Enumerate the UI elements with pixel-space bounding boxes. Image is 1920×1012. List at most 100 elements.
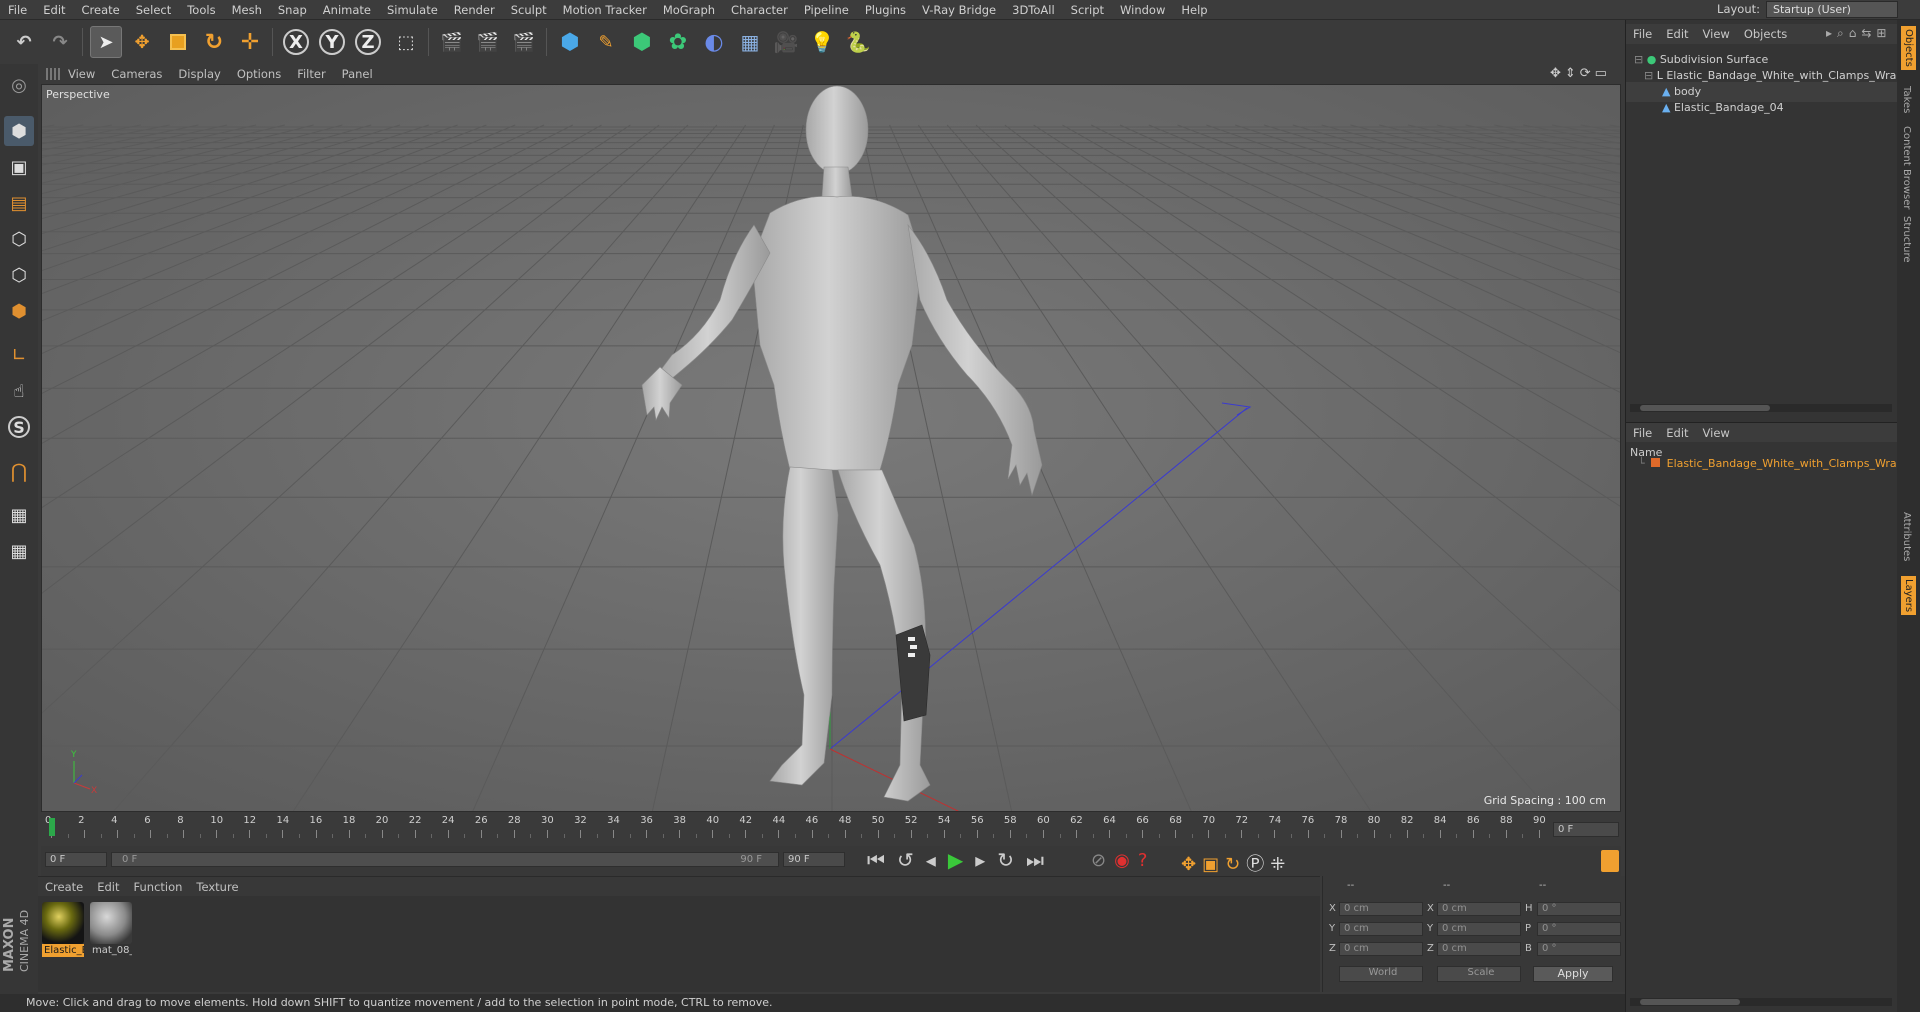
y-axis-lock-icon[interactable]: Y xyxy=(316,26,348,58)
object-manager-tools[interactable]: ▸⌕⌂⇆⊞ xyxy=(1826,26,1891,41)
layer-menu-edit[interactable]: Edit xyxy=(1659,426,1695,440)
menu-snap[interactable]: Snap xyxy=(270,3,315,17)
model-mode-icon[interactable]: ⬢ xyxy=(4,116,34,146)
position-y-field[interactable]: 0 cm xyxy=(1339,922,1423,936)
tab-objects[interactable]: Objects xyxy=(1901,26,1916,70)
material-menu-create[interactable]: Create xyxy=(38,880,90,894)
move-tool-icon[interactable]: ✥ xyxy=(126,26,158,58)
material-menu-function[interactable]: Function xyxy=(127,880,190,894)
render-settings-icon[interactable]: 🎬 xyxy=(508,26,540,58)
rotation-b-field[interactable]: 0 ° xyxy=(1537,942,1621,956)
timeline-ruler[interactable]: 0246810121416182022242628303234363840424… xyxy=(41,814,1621,844)
coordinate-mode-select[interactable]: World xyxy=(1339,966,1423,982)
live-selection-icon[interactable]: ✛ xyxy=(234,26,266,58)
viewport-nav-icons[interactable]: ✥⇕⟳▭ xyxy=(1550,66,1611,81)
current-frame-field[interactable]: 0 F xyxy=(1553,822,1619,837)
material-menu-edit[interactable]: Edit xyxy=(90,880,126,894)
tree-item-bandage-04[interactable]: ▲ Elastic_Bandage_04 xyxy=(1626,98,1898,118)
size-mode-select[interactable]: Scale xyxy=(1437,966,1521,982)
previous-frame-icon[interactable]: ◂ xyxy=(926,848,948,872)
rotation-h-field[interactable]: 0 ° xyxy=(1537,902,1621,916)
object-manager-scrollbar[interactable] xyxy=(1630,404,1892,412)
key-pla-icon[interactable]: ⁜ xyxy=(1270,854,1291,875)
tab-content-browser[interactable]: Content Browser xyxy=(1901,126,1912,209)
material-thumbnail-elastic[interactable]: Elastic_B xyxy=(42,902,84,958)
python-icon[interactable]: 🐍 xyxy=(842,26,874,58)
light-icon[interactable]: 💡 xyxy=(806,26,838,58)
key-scale-icon[interactable]: ▣ xyxy=(1202,854,1225,875)
position-x-field[interactable]: 0 cm xyxy=(1339,902,1423,916)
layout-select[interactable]: Startup (User) xyxy=(1766,1,1898,18)
polygons-mode-icon[interactable]: ⬢ xyxy=(4,296,34,326)
tab-attributes[interactable]: Attributes xyxy=(1901,512,1912,561)
mograph-cloner-icon[interactable]: ✿ xyxy=(662,26,694,58)
menu-tools[interactable]: Tools xyxy=(179,3,223,17)
menu-window[interactable]: Window xyxy=(1112,3,1173,17)
x-axis-lock-icon[interactable]: X xyxy=(280,26,312,58)
menu-motion-tracker[interactable]: Motion Tracker xyxy=(555,3,655,17)
scrollbar-thumb[interactable] xyxy=(1640,999,1740,1005)
menu-animate[interactable]: Animate xyxy=(315,3,379,17)
menu-plugins[interactable]: Plugins xyxy=(857,3,914,17)
drag-handle-icon[interactable] xyxy=(46,68,60,80)
snap-icon[interactable]: S xyxy=(4,412,34,442)
rotation-p-field[interactable]: 0 ° xyxy=(1537,922,1621,936)
camera-icon[interactable]: 🎥 xyxy=(770,26,802,58)
lock-workplane-icon[interactable]: ▦ xyxy=(4,500,34,530)
playhead-marker[interactable] xyxy=(49,818,55,836)
layer-menu-view[interactable]: View xyxy=(1696,426,1737,440)
play-icon[interactable]: ▶ xyxy=(948,848,975,872)
coordinate-system-icon[interactable]: ⬚ xyxy=(390,26,422,58)
subdivision-surface-icon[interactable]: ⬢ xyxy=(626,26,658,58)
material-menu-texture[interactable]: Texture xyxy=(189,880,245,894)
scrollbar-thumb[interactable] xyxy=(1640,405,1770,411)
cube-primitive-icon[interactable]: ⬢ xyxy=(554,26,586,58)
go-to-end-icon[interactable]: ⏭ xyxy=(1026,848,1056,872)
viewport-menu-display[interactable]: Display xyxy=(170,67,228,81)
planar-workplane-icon[interactable]: ▦ xyxy=(4,536,34,566)
menu-create[interactable]: Create xyxy=(74,3,128,17)
menu-mograph[interactable]: MoGraph xyxy=(655,3,723,17)
menu-script[interactable]: Script xyxy=(1063,3,1112,17)
auto-keying-icon[interactable]: ? xyxy=(1138,850,1156,871)
render-picture-viewer-icon[interactable]: 🎬 xyxy=(472,26,504,58)
start-frame-field[interactable]: 0 F xyxy=(45,852,107,867)
redo-icon[interactable]: ↷ xyxy=(44,26,76,58)
menu-simulate[interactable]: Simulate xyxy=(379,3,446,17)
material-thumbnail-mat08[interactable]: mat_08_ xyxy=(90,902,132,958)
scale-tool-icon[interactable] xyxy=(162,26,194,58)
size-z-field[interactable]: 0 cm xyxy=(1437,942,1521,956)
key-rotation-icon[interactable]: ↻ xyxy=(1225,854,1246,875)
select-cursor-icon[interactable]: ➤ xyxy=(90,26,122,58)
viewport-menu-panel[interactable]: Panel xyxy=(334,67,381,81)
apply-button[interactable]: Apply xyxy=(1533,966,1613,982)
object-menu-edit[interactable]: Edit xyxy=(1659,27,1695,41)
tab-structure[interactable]: Structure xyxy=(1901,216,1912,263)
menu-render[interactable]: Render xyxy=(446,3,503,17)
record-key-icon[interactable]: ◉ xyxy=(1114,850,1138,871)
tree-expand-icon[interactable]: ⊟ xyxy=(1644,69,1653,82)
render-view-icon[interactable]: 🎬 xyxy=(436,26,468,58)
workplane-icon[interactable]: ▤ xyxy=(4,188,34,218)
key-parameter-icon[interactable]: Ⓟ xyxy=(1246,854,1270,875)
floor-environment-icon[interactable]: ▦ xyxy=(734,26,766,58)
layer-menu-file[interactable]: File xyxy=(1626,426,1659,440)
frame-range-slider[interactable]: 0 F 90 F xyxy=(111,852,779,867)
viewport-menu-options[interactable]: Options xyxy=(229,67,289,81)
rotate-tool-icon[interactable]: ↻ xyxy=(198,26,230,58)
menu-edit[interactable]: Edit xyxy=(35,3,73,17)
next-key-icon[interactable]: ↻ xyxy=(997,848,1026,872)
next-frame-icon[interactable]: ▸ xyxy=(975,848,997,872)
end-frame-field[interactable]: 90 F xyxy=(783,852,845,867)
3d-viewport[interactable]: Y X Perspective Grid Spacing : 100 cm xyxy=(41,84,1621,812)
make-editable-icon[interactable]: ◎ xyxy=(4,70,34,100)
menu-help[interactable]: Help xyxy=(1173,3,1215,17)
size-x-field[interactable]: 0 cm xyxy=(1437,902,1521,916)
key-position-icon[interactable]: ✥ xyxy=(1181,854,1202,875)
object-menu-file[interactable]: File xyxy=(1626,27,1659,41)
layer-manager-scrollbar[interactable] xyxy=(1630,998,1892,1006)
go-to-start-icon[interactable]: ⏮ xyxy=(867,848,897,872)
size-y-field[interactable]: 0 cm xyxy=(1437,922,1521,936)
menu-file[interactable]: File xyxy=(0,3,35,17)
tab-layers[interactable]: Layers xyxy=(1901,576,1916,616)
